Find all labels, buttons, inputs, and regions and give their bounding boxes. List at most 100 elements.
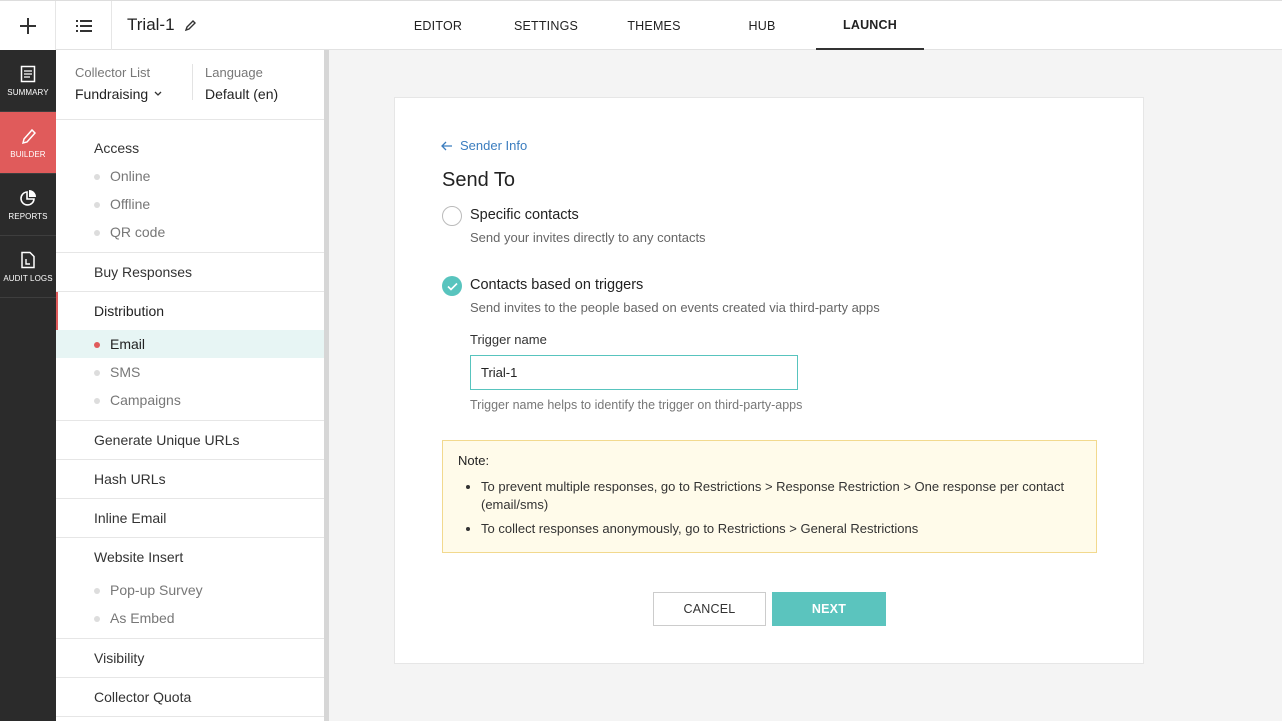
bullet-dot bbox=[94, 370, 100, 376]
sub-item-online[interactable]: Online bbox=[56, 162, 325, 190]
pencil-icon bbox=[21, 128, 36, 144]
add-button[interactable] bbox=[0, 1, 56, 50]
sub-item-label: Online bbox=[110, 168, 151, 184]
cancel-button[interactable]: CANCEL bbox=[653, 592, 766, 626]
bullet-dot bbox=[94, 230, 100, 236]
note-list: To prevent multiple responses, go to Res… bbox=[458, 478, 1081, 538]
note-item: To prevent multiple responses, go to Res… bbox=[481, 478, 1081, 514]
header-divider bbox=[192, 64, 193, 100]
menu-button[interactable] bbox=[56, 1, 112, 50]
rail-item-summary[interactable]: SUMMARY bbox=[0, 50, 56, 112]
radio-contacts-triggers[interactable] bbox=[442, 276, 462, 296]
trigger-name-label: Trigger name bbox=[470, 332, 547, 347]
section-website-insert: Website Insert Pop-up Survey As Embed bbox=[56, 538, 325, 639]
note-title: Note: bbox=[458, 453, 490, 468]
option-specific-contacts-title: Specific contacts bbox=[470, 207, 579, 223]
section-header-collector-quota[interactable]: Collector Quota bbox=[56, 678, 325, 716]
sub-item-campaigns[interactable]: Campaigns bbox=[56, 386, 325, 414]
tab-themes[interactable]: THEMES bbox=[600, 1, 708, 50]
option-triggers-title: Contacts based on triggers bbox=[470, 277, 644, 293]
sub-item-label: Pop-up Survey bbox=[110, 582, 203, 598]
sub-item-email[interactable]: Email bbox=[56, 330, 325, 358]
survey-title: Trial-1 bbox=[127, 15, 197, 35]
option-specific-contacts-desc: Send your invites directly to any contac… bbox=[470, 230, 706, 245]
language-select[interactable]: Language Default (en) bbox=[205, 65, 278, 102]
radio-specific-contacts[interactable] bbox=[442, 206, 462, 226]
section-header-website-insert[interactable]: Website Insert bbox=[56, 538, 325, 576]
chevron-down-icon bbox=[154, 91, 162, 96]
sub-item-label: SMS bbox=[110, 364, 141, 380]
option-triggers-desc: Send invites to the people based on even… bbox=[470, 300, 880, 315]
survey-title-text: Trial-1 bbox=[127, 15, 175, 34]
tab-editor[interactable]: EDITOR bbox=[384, 1, 492, 50]
section-distribution: Distribution Email SMS Campaigns bbox=[56, 292, 325, 421]
tab-settings[interactable]: SETTINGS bbox=[492, 1, 600, 50]
sub-item-label: QR code bbox=[110, 224, 166, 240]
trigger-name-help: Trigger name helps to identify the trigg… bbox=[470, 398, 803, 412]
rail-label: BUILDER bbox=[10, 149, 46, 159]
section-inline-email: Inline Email bbox=[56, 499, 325, 538]
note-box: Note: To prevent multiple responses, go … bbox=[442, 440, 1097, 553]
list-icon bbox=[75, 19, 92, 32]
section-header-distribution[interactable]: Distribution bbox=[56, 292, 325, 330]
bullet-dot bbox=[94, 588, 100, 594]
sub-item-sms[interactable]: SMS bbox=[56, 358, 325, 386]
panel-header: Collector List Fundraising Language Defa… bbox=[56, 50, 325, 120]
section-visibility: Visibility bbox=[56, 639, 325, 678]
section-header-buy-responses[interactable]: Buy Responses bbox=[56, 253, 325, 291]
section-header-inline-email[interactable]: Inline Email bbox=[56, 499, 325, 537]
back-link-label: Sender Info bbox=[460, 138, 528, 153]
sub-item-as-embed[interactable]: As Embed bbox=[56, 604, 325, 632]
rail-item-audit-logs[interactable]: AUDIT LOGS bbox=[0, 236, 56, 298]
collector-value: Fundraising bbox=[75, 86, 149, 102]
tab-hub[interactable]: HUB bbox=[708, 1, 816, 50]
plus-icon bbox=[19, 17, 36, 34]
send-to-card: Sender Info Send To Specific contacts Se… bbox=[394, 97, 1144, 664]
document-icon bbox=[20, 65, 36, 82]
rail-label: REPORTS bbox=[8, 211, 48, 221]
pencil-icon[interactable] bbox=[184, 19, 197, 32]
rail-label: AUDIT LOGS bbox=[3, 273, 53, 283]
pie-chart-icon bbox=[20, 189, 36, 206]
sub-item-label: Offline bbox=[110, 196, 151, 212]
bullet-dot bbox=[94, 342, 100, 348]
sub-item-popup-survey[interactable]: Pop-up Survey bbox=[56, 576, 325, 604]
bullet-dot bbox=[94, 174, 100, 180]
collector-select[interactable]: Collector List Fundraising bbox=[75, 65, 162, 102]
sub-item-label: Email bbox=[110, 336, 146, 352]
section-collector-quota: Collector Quota bbox=[56, 678, 325, 717]
language-value: Default (en) bbox=[205, 86, 279, 102]
page-title: Send To bbox=[442, 169, 516, 191]
check-icon bbox=[446, 282, 458, 291]
tab-launch[interactable]: LAUNCH bbox=[816, 1, 924, 50]
bullet-dot bbox=[94, 616, 100, 622]
sub-item-qr-code[interactable]: QR code bbox=[56, 218, 325, 246]
sub-item-label: As Embed bbox=[110, 610, 175, 626]
arrow-left-icon bbox=[441, 141, 452, 150]
bullet-dot bbox=[94, 202, 100, 208]
bullet-dot bbox=[94, 398, 100, 404]
top-bar: Trial-1 EDITOR SETTINGS THEMES HUB LAUNC… bbox=[0, 0, 1282, 50]
log-icon bbox=[21, 251, 35, 268]
collector-panel: Collector List Fundraising Language Defa… bbox=[56, 50, 326, 721]
section-buy-responses: Buy Responses bbox=[56, 253, 325, 292]
trigger-name-input[interactable] bbox=[470, 355, 798, 390]
back-link[interactable]: Sender Info bbox=[441, 138, 527, 153]
collector-label: Collector List bbox=[75, 65, 151, 80]
note-item: To collect responses anonymously, go to … bbox=[481, 520, 1081, 538]
section-access: Access Online Offline QR code bbox=[56, 120, 325, 253]
top-tabs: EDITOR SETTINGS THEMES HUB LAUNCH bbox=[384, 1, 924, 50]
rail-item-builder[interactable]: BUILDER bbox=[0, 112, 56, 174]
rail-item-reports[interactable]: REPORTS bbox=[0, 174, 56, 236]
next-button[interactable]: NEXT bbox=[772, 592, 886, 626]
section-header-hash-urls[interactable]: Hash URLs bbox=[56, 460, 325, 498]
left-rail: SUMMARY BUILDER REPORTS AUDIT LOGS bbox=[0, 50, 56, 721]
panel-scrollbar[interactable] bbox=[324, 50, 329, 721]
section-header-visibility[interactable]: Visibility bbox=[56, 639, 325, 677]
section-header-generate-unique-urls[interactable]: Generate Unique URLs bbox=[56, 421, 325, 459]
section-generate-unique-urls: Generate Unique URLs bbox=[56, 421, 325, 460]
rail-label: SUMMARY bbox=[7, 87, 49, 97]
sub-item-label: Campaigns bbox=[110, 392, 181, 408]
sub-item-offline[interactable]: Offline bbox=[56, 190, 325, 218]
language-label: Language bbox=[205, 65, 263, 80]
